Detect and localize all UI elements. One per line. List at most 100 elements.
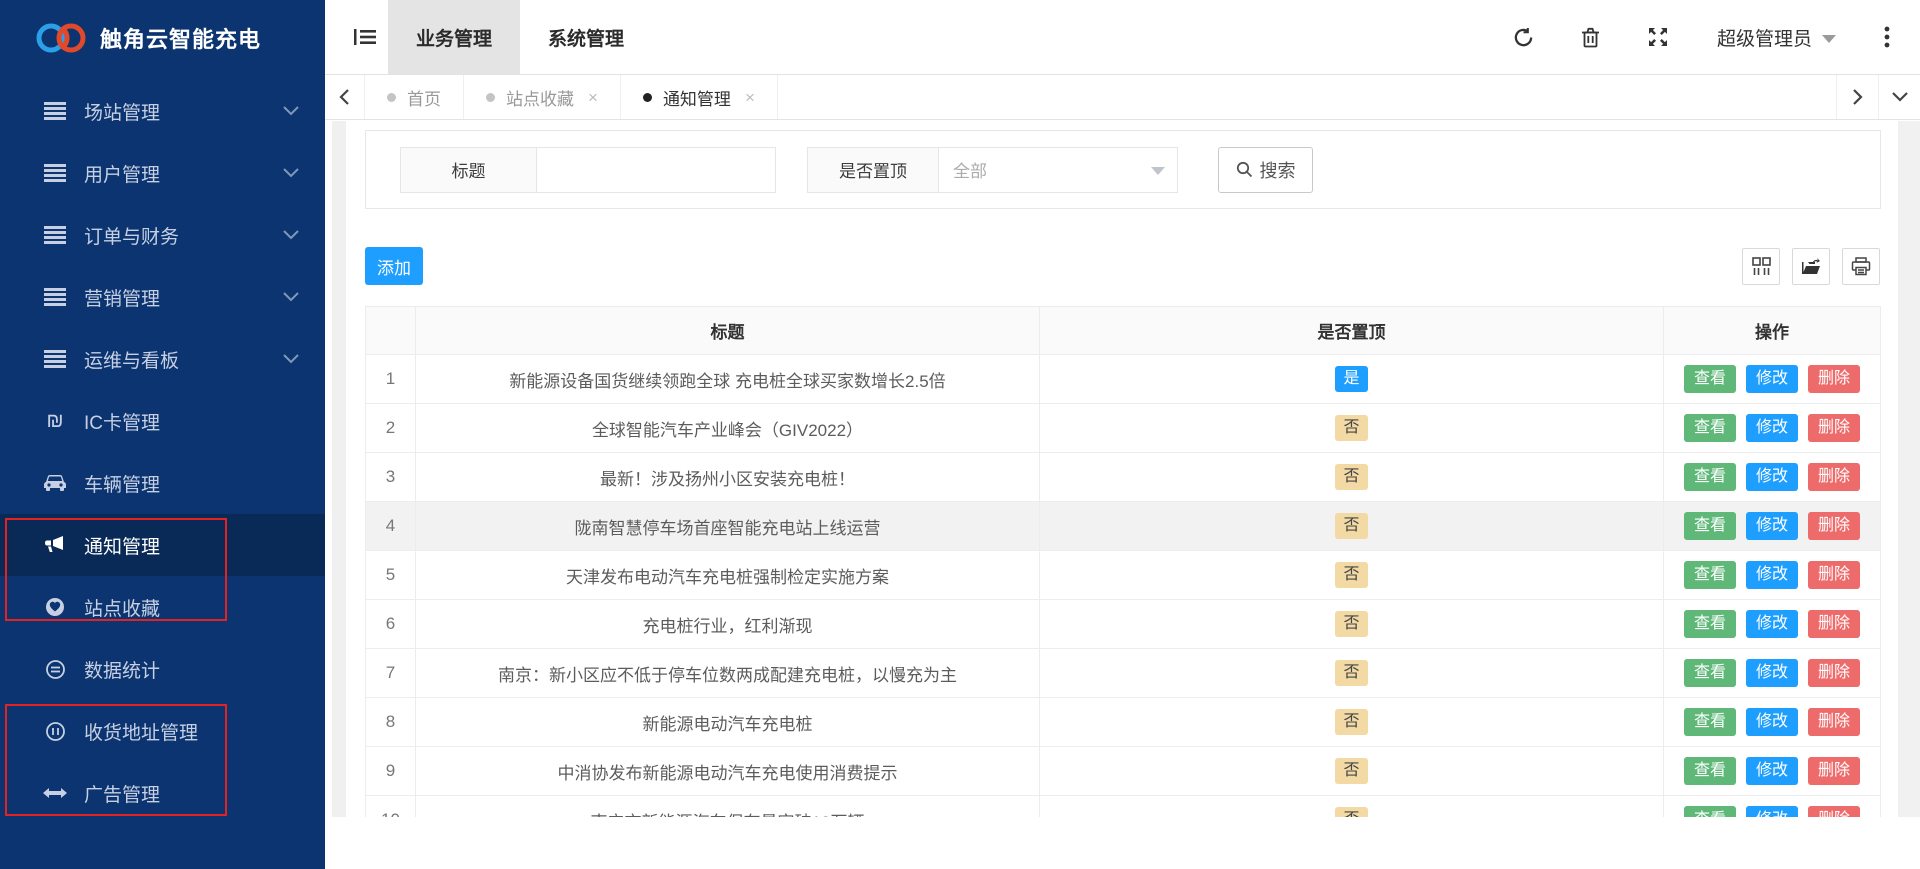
view-button[interactable]: 查看 — [1683, 365, 1736, 393]
edit-button[interactable]: 修改 — [1745, 806, 1798, 817]
delete-button[interactable]: 删除 — [1808, 659, 1861, 687]
view-button[interactable]: 查看 — [1683, 806, 1736, 817]
header-menu-item[interactable]: 业务管理 — [388, 0, 521, 74]
delete-button[interactable]: 删除 — [1808, 512, 1861, 540]
sidebar-item[interactable]: 广告管理 — [0, 762, 325, 824]
tab-close-icon[interactable]: × — [588, 89, 598, 106]
row-title: 充电桩行业，红利渐现 — [416, 600, 1040, 648]
tabs-menu-chevron-button[interactable] — [1878, 75, 1920, 119]
view-button[interactable]: 查看 — [1683, 757, 1736, 785]
columns-filter-button[interactable] — [1742, 248, 1780, 285]
view-button[interactable]: 查看 — [1683, 659, 1736, 687]
table-row: 8 新能源电动汽车充电桩 否 查看 修改 删除 — [366, 697, 1880, 746]
row-pinned-cell: 否 — [1040, 453, 1664, 501]
tab-close-icon[interactable]: × — [745, 89, 755, 106]
delete-button[interactable]: 删除 — [1808, 365, 1861, 393]
row-actions: 查看 修改 删除 — [1664, 747, 1880, 795]
sidebar-item[interactable]: 车辆管理 — [0, 452, 325, 514]
clear-cache-trash-icon[interactable] — [1580, 26, 1602, 48]
fullscreen-icon[interactable] — [1647, 26, 1669, 48]
delete-button[interactable]: 删除 — [1808, 610, 1861, 638]
row-pinned-cell: 否 — [1040, 600, 1664, 648]
edit-button[interactable]: 修改 — [1745, 757, 1798, 785]
title-filter-label: 标题 — [400, 146, 537, 193]
pinned-badge: 否 — [1335, 660, 1368, 686]
edit-button[interactable]: 修改 — [1745, 610, 1798, 638]
sidebar-item[interactable]: 收货地址管理 — [0, 700, 325, 762]
page-tab[interactable]: 站点收藏 × — [464, 75, 621, 119]
content-area: 标题 是否置顶 全部 搜索 添加 标题 是否置顶 操作 1 新能源设备国货继续领… — [325, 121, 1920, 817]
tab-label: 首页 — [407, 89, 441, 109]
view-button[interactable]: 查看 — [1683, 610, 1736, 638]
menu-lines-icon — [40, 162, 70, 184]
delete-button[interactable]: 删除 — [1808, 757, 1861, 785]
sidebar-item[interactable]: 营销管理 — [0, 266, 325, 328]
header-menu-item[interactable]: 系统管理 — [520, 0, 652, 74]
page-tab[interactable]: 通知管理 × — [620, 75, 778, 119]
sidebar-item-label: 车辆管理 — [84, 474, 161, 496]
edit-button[interactable]: 修改 — [1745, 708, 1798, 736]
tab-status-dot — [486, 92, 495, 102]
delete-button[interactable]: 删除 — [1808, 708, 1861, 736]
tabs-scroll-right-button[interactable] — [1836, 75, 1878, 119]
row-title: 全球智能汽车产业峰会（GIV2022） — [416, 404, 1040, 452]
table-row: 10 南宁市新能源汽车保有量突破10万辆 否 查看 修改 删除 — [366, 795, 1880, 817]
sidebar-item-label: 场站管理 — [84, 102, 161, 124]
sidebar-item-label: 订单与财务 — [84, 226, 180, 248]
print-button[interactable] — [1842, 248, 1880, 285]
sidebar-item[interactable]: 运维与看板 — [0, 328, 325, 390]
row-actions: 查看 修改 删除 — [1664, 404, 1880, 452]
sidebar-item[interactable]: ₪ IC卡管理 — [0, 390, 325, 452]
edit-button[interactable]: 修改 — [1745, 512, 1798, 540]
delete-button[interactable]: 删除 — [1808, 561, 1861, 589]
row-index: 3 — [366, 453, 416, 501]
chat-icon — [40, 658, 70, 680]
sidebar-item-label: IC卡管理 — [84, 412, 161, 434]
sidebar-item[interactable]: 场站管理 — [0, 80, 325, 142]
search-button[interactable]: 搜索 — [1218, 146, 1313, 193]
page-tab[interactable]: 首页 — [365, 75, 464, 119]
delete-button[interactable]: 删除 — [1808, 463, 1861, 491]
view-button[interactable]: 查看 — [1683, 463, 1736, 491]
delete-button[interactable]: 删除 — [1808, 806, 1861, 817]
edit-button[interactable]: 修改 — [1745, 463, 1798, 491]
view-button[interactable]: 查看 — [1683, 561, 1736, 589]
view-button[interactable]: 查看 — [1683, 512, 1736, 540]
pinned-header-cell: 是否置顶 — [1040, 307, 1664, 354]
export-button[interactable] — [1792, 248, 1830, 285]
notice-table: 标题 是否置顶 操作 1 新能源设备国货继续领跑全球 充电桩全球买家数增长2.5… — [365, 306, 1881, 817]
row-title: 南京：新小区应不低于停车位数两成配建充电桩，以慢充为主 — [416, 649, 1040, 697]
pinned-filter-select[interactable]: 全部 — [939, 146, 1178, 193]
delete-button[interactable]: 删除 — [1808, 414, 1861, 442]
user-menu[interactable]: 超级管理员 — [1717, 24, 1836, 51]
view-button[interactable]: 查看 — [1683, 414, 1736, 442]
row-actions: 查看 修改 删除 — [1664, 453, 1880, 501]
tabs-scroll-left-button[interactable] — [325, 75, 365, 119]
sidebar-item[interactable]: 数据统计 — [0, 638, 325, 700]
row-title: 天津发布电动汽车充电桩强制检定实施方案 — [416, 551, 1040, 599]
view-button[interactable]: 查看 — [1683, 708, 1736, 736]
pinned-badge: 否 — [1335, 562, 1368, 588]
pinned-filter-label: 是否置顶 — [807, 146, 939, 193]
edit-button[interactable]: 修改 — [1745, 659, 1798, 687]
more-options-icon[interactable] — [1876, 26, 1898, 48]
row-pinned-cell: 是 — [1040, 355, 1664, 403]
pinned-badge: 否 — [1335, 611, 1368, 637]
edit-button[interactable]: 修改 — [1745, 414, 1798, 442]
tab-status-dot — [642, 92, 652, 102]
header-bar: 业务管理 系统管理 超级管理员 — [325, 0, 1920, 75]
sidebar-item[interactable]: 订单与财务 — [0, 204, 325, 266]
content-scrollbar-track[interactable] — [1898, 121, 1920, 817]
edit-button[interactable]: 修改 — [1745, 365, 1798, 393]
pinned-badge: 否 — [1335, 758, 1368, 784]
refresh-icon[interactable] — [1513, 26, 1535, 48]
title-filter-input[interactable] — [537, 146, 776, 193]
row-title: 新能源电动汽车充电桩 — [416, 698, 1040, 746]
add-button[interactable]: 添加 — [365, 247, 423, 285]
sidebar-item[interactable]: 用户管理 — [0, 142, 325, 204]
collapse-sidebar-button[interactable] — [352, 0, 378, 74]
chevron-down-icon — [283, 106, 299, 116]
sidebar-item[interactable]: 站点收藏 — [0, 576, 325, 638]
sidebar-item[interactable]: 通知管理 — [0, 514, 325, 576]
edit-button[interactable]: 修改 — [1745, 561, 1798, 589]
